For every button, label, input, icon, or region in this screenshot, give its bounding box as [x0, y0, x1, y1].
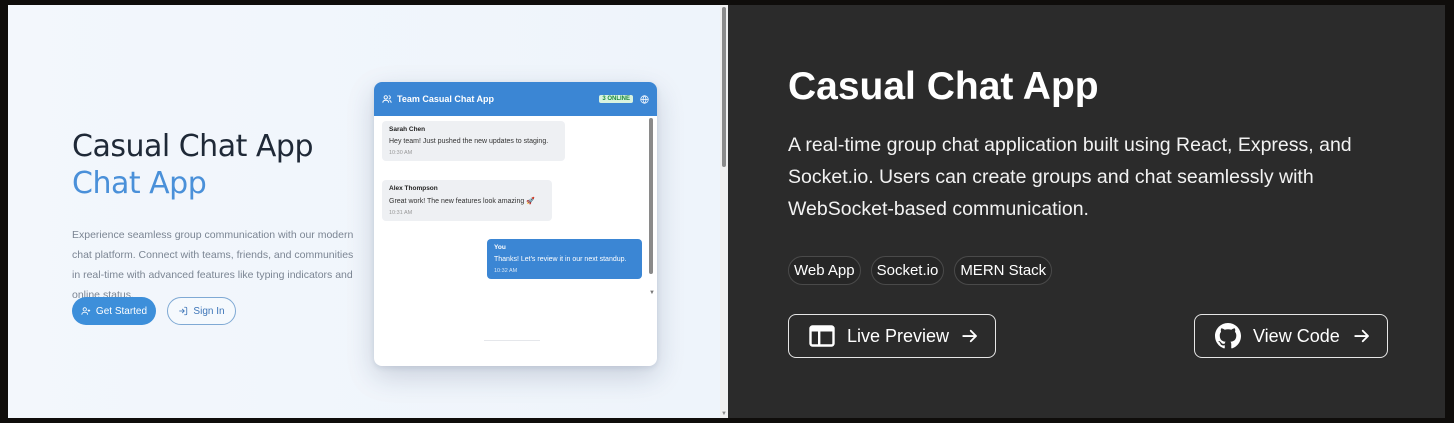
- chat-messages[interactable]: Sarah Chen Hey team! Just pushed the new…: [374, 116, 657, 366]
- hero-title: Casual Chat App: [72, 129, 313, 164]
- scroll-down-arrow-icon[interactable]: ▼: [720, 410, 728, 418]
- chat-room-name: Team Casual Chat App: [397, 94, 495, 104]
- view-code-button[interactable]: View Code: [1194, 314, 1388, 358]
- message-time: 10:30 AM: [389, 150, 413, 156]
- user-plus-icon: [81, 307, 91, 315]
- get-started-label: Get Started: [95, 305, 148, 317]
- live-preview-button[interactable]: Live Preview: [788, 314, 996, 358]
- sign-in-label: Sign In: [193, 305, 225, 317]
- preview-scrollbar-thumb[interactable]: [722, 7, 726, 167]
- project-info-pane: Casual Chat App A real-time group chat a…: [728, 5, 1445, 418]
- view-code-label: View Code: [1253, 325, 1340, 346]
- chat-window: Team Casual Chat App 3 ONLINE Sarah Chen…: [374, 82, 657, 366]
- message-sender: Alex Thompson: [389, 185, 438, 192]
- message-text: Thanks! Let's review it in our next stan…: [494, 256, 627, 263]
- chat-message-own: You Thanks! Let's review it in our next …: [487, 239, 642, 279]
- users-icon: [382, 95, 392, 103]
- live-preview-label: Live Preview: [847, 325, 950, 346]
- chat-message: Sarah Chen Hey team! Just pushed the new…: [382, 121, 565, 161]
- message-text: Great work! The new features look amazin…: [389, 198, 535, 205]
- arrow-right-icon: [962, 329, 977, 343]
- chat-message: Alex Thompson Great work! The new featur…: [382, 180, 552, 221]
- scroll-down-arrow-icon[interactable]: ▼: [649, 290, 655, 296]
- hero-subtitle: Chat App: [72, 166, 207, 201]
- tag-socket-io: Socket.io: [870, 256, 945, 285]
- tag-mern-stack: MERN Stack: [954, 256, 1053, 285]
- hero-description: Experience seamless group communication …: [72, 229, 354, 301]
- preview-scrollbar[interactable]: ▼: [720, 5, 728, 418]
- tech-tags: Web App Socket.io MERN Stack: [788, 256, 1053, 285]
- message-time: 10:31 AM: [389, 210, 413, 216]
- chat-header: Team Casual Chat App 3 ONLINE: [374, 82, 657, 116]
- app-preview-pane: Casual Chat App Chat App Experience seam…: [8, 5, 728, 418]
- chat-scrollbar[interactable]: ▼: [649, 118, 655, 298]
- project-description: A real-time group chat application built…: [788, 134, 1352, 220]
- github-icon: [1215, 323, 1241, 349]
- chat-message-partial: [484, 340, 540, 343]
- browser-window-icon: [809, 325, 835, 347]
- globe-icon[interactable]: [640, 94, 649, 104]
- message-sender: You: [494, 244, 506, 251]
- message-time: 10:32 AM: [494, 268, 518, 274]
- chat-scrollbar-thumb[interactable]: [649, 118, 653, 274]
- arrow-right-icon: [1354, 329, 1369, 343]
- online-count-badge: 3 ONLINE: [599, 95, 633, 103]
- sign-in-button[interactable]: Sign In: [167, 297, 236, 325]
- message-text: Hey team! Just pushed the new updates to…: [389, 138, 549, 145]
- tag-web-app: Web App: [788, 256, 861, 285]
- get-started-button[interactable]: Get Started: [72, 297, 156, 325]
- project-title: Casual Chat App: [788, 65, 1099, 108]
- message-sender: Sarah Chen: [389, 126, 426, 133]
- log-in-icon: [179, 306, 188, 316]
